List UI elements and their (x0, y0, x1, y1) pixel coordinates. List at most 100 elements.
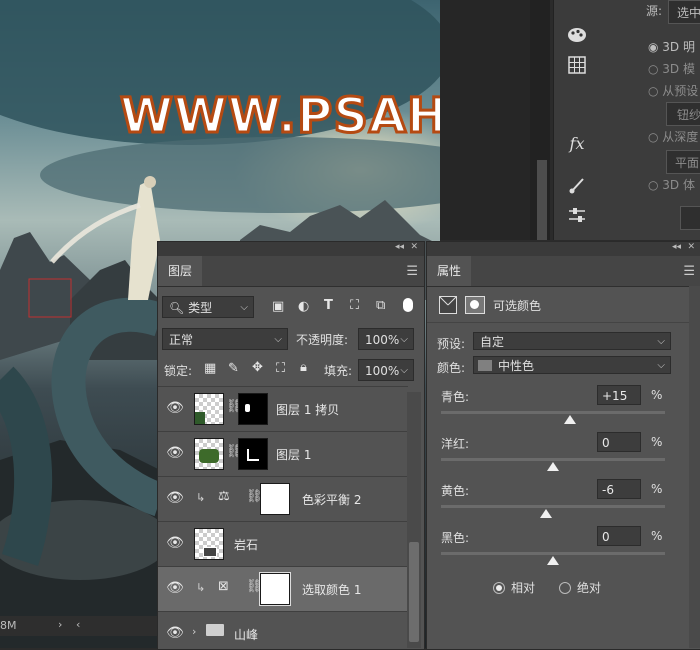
clipping-mask-icon: ↳ (196, 581, 206, 594)
slider-knob[interactable] (540, 509, 553, 518)
panel-menu-icon[interactable]: ☰ (683, 264, 695, 279)
3d-panel: 源: 选中 ◉ 3D 明 ○ 3D 模 ○ 从预设 钮纱 ○ 从深度 平面 ○ … (600, 0, 700, 240)
selective-color-icon[interactable] (439, 296, 457, 314)
type-filter-icon[interactable]: T (324, 298, 333, 313)
layer-name: 山峰 (234, 628, 259, 642)
layer-row[interactable]: 👁︎ ↳ ⚖︎ ⛓︎ 色彩平衡 2 (158, 476, 408, 521)
eye-icon[interactable]: 👁︎ (166, 624, 184, 642)
adjustment-filter-icon[interactable]: ◐ (298, 299, 309, 314)
layer-filter-dropdown[interactable]: 🔍︎ 类型 ⌵ (162, 296, 254, 318)
status-arrow-right[interactable]: › (58, 618, 62, 631)
brushes-icon[interactable] (554, 170, 600, 200)
radio-3d-option-2[interactable]: ○ 3D 模 (648, 60, 695, 77)
chevron-right-icon[interactable]: › (192, 625, 196, 638)
eye-icon[interactable]: 👁︎ (166, 579, 184, 597)
absolute-radio[interactable] (559, 582, 571, 594)
close-icon[interactable]: ✕ (410, 242, 418, 252)
eye-icon[interactable]: 👁︎ (166, 489, 184, 507)
lock-transparency-icon[interactable]: ▦ (204, 361, 216, 376)
eye-icon[interactable]: 👁︎ (166, 399, 184, 417)
colors-dropdown[interactable]: 中性色 ⌵ (473, 356, 671, 374)
lock-position-icon[interactable]: ✥ (252, 360, 263, 375)
status-arrow-left[interactable]: ‹ (76, 618, 80, 631)
image-filter-icon[interactable]: ▣ (272, 299, 284, 314)
smart-object-filter-icon[interactable]: ⧉ (376, 298, 385, 313)
lock-pixels-icon[interactable]: ✎ (228, 361, 239, 376)
yellow-value: -6 (602, 483, 614, 497)
percent-unit: % (651, 435, 663, 449)
top-panel-field[interactable] (680, 206, 700, 230)
relative-radio[interactable] (493, 582, 505, 594)
slider-knob[interactable] (547, 462, 559, 471)
close-icon[interactable]: ✕ (687, 242, 695, 252)
collapse-icon[interactable]: ◂◂ (672, 242, 681, 252)
layer-name: 色彩平衡 2 (302, 493, 362, 507)
panel-titlebar[interactable]: ◂◂ ✕ (427, 242, 700, 256)
black-slider-track[interactable] (441, 552, 665, 565)
blend-mode-dropdown[interactable]: 正常 ⌵ (162, 328, 288, 350)
black-value: 0 (602, 530, 610, 544)
cyan-input[interactable]: +15 (597, 385, 641, 405)
tab-layers[interactable]: 图层 (158, 256, 203, 286)
panel-menu-icon[interactable]: ☰ (406, 264, 418, 279)
layer-mask-thumbnail[interactable] (259, 572, 291, 606)
search-icon: 🔍︎ (169, 301, 185, 315)
layer-group-row[interactable]: 👁︎ › 山峰 (158, 611, 408, 650)
layers-scroll-thumb[interactable] (409, 542, 419, 642)
tab-properties[interactable]: 属性 (427, 256, 472, 286)
scrollbar-thumb[interactable] (537, 160, 547, 240)
collapse-icon[interactable]: ◂◂ (395, 242, 404, 252)
yellow-slider-track[interactable] (441, 505, 665, 518)
source-label: 源: (646, 4, 663, 18)
layer-row[interactable]: 👁︎ ⛓︎ 图层 1 拷贝 (158, 386, 408, 431)
shape-filter-icon[interactable]: ⛶ (350, 298, 359, 313)
lock-label: 锁定: (164, 364, 193, 378)
fx-icon[interactable]: fx (554, 128, 600, 158)
doc-size-text: 8M (0, 619, 17, 632)
opacity-field[interactable]: 100% ⌵ (358, 328, 414, 350)
source-dropdown[interactable]: 选中 (668, 0, 700, 24)
absolute-label: 绝对 (577, 581, 602, 595)
palette-icon[interactable] (554, 20, 600, 50)
layer-mask-thumbnail[interactable] (238, 438, 268, 470)
layer-mask-thumbnail[interactable] (260, 483, 290, 515)
layer-mask-thumbnail[interactable] (238, 393, 268, 425)
slider-knob[interactable] (563, 415, 576, 424)
color-balance-icon: ⚖︎ (218, 489, 230, 504)
cyan-slider-track[interactable] (441, 411, 665, 424)
lock-artboard-icon[interactable]: ⛶ (276, 361, 285, 376)
fill-field[interactable]: 100% ⌵ (358, 359, 414, 381)
eye-icon[interactable]: 👁︎ (166, 534, 184, 552)
preset-dropdown[interactable]: 自定 ⌵ (473, 332, 671, 350)
layer-name: 选取颜色 1 (302, 583, 362, 597)
panel-titlebar[interactable]: ◂◂ ✕ (158, 242, 424, 256)
workspace-background (440, 0, 540, 240)
layer-row[interactable]: 👁︎ ⛓︎ 图层 1 (158, 431, 408, 476)
status-bar: 8M › ‹ (0, 616, 160, 636)
properties-scrollbar[interactable] (689, 286, 700, 648)
layer-row-selected[interactable]: 👁︎ ↳ ⊠ ⛓︎ 选取颜色 1 (158, 566, 408, 611)
magenta-input[interactable]: 0 (597, 432, 641, 452)
radio-from-preset[interactable]: ○ 从预设 (648, 82, 698, 99)
layers-panel: ◂◂ ✕ 图层 ☰ 🔍︎ 类型 ⌵ ▣ ◐ T ⛶ ⧉ 正常 ⌵ 不透明度: 1… (157, 241, 425, 650)
layer-name: 图层 1 拷贝 (276, 403, 340, 417)
properties-panel: ◂◂ ✕ 属性 ☰ 可选颜色 预设: 自定 ⌵ 颜色: 中性色 ⌵ 青色: +1… (426, 241, 700, 650)
grid-icon[interactable] (554, 50, 600, 80)
mask-icon[interactable] (465, 296, 485, 314)
magenta-slider-track[interactable] (441, 458, 665, 471)
black-input[interactable]: 0 (597, 526, 641, 546)
filter-toggle-icon[interactable] (403, 298, 413, 312)
slider-knob[interactable] (547, 556, 559, 565)
yellow-input[interactable]: -6 (597, 479, 641, 499)
sliders-icon[interactable] (554, 200, 600, 230)
radio-from-depth[interactable]: ○ 从深度 (648, 128, 698, 145)
radio-3d-volume[interactable]: ○ 3D 体 (648, 176, 695, 193)
preset-dropdown[interactable]: 钮纱 (666, 102, 700, 126)
chevron-down-icon: ⌵ (657, 336, 665, 347)
layer-row[interactable]: 👁︎ 岩石 (158, 521, 408, 566)
radio-3d-option-1[interactable]: ◉ 3D 明 (648, 38, 695, 55)
colors-label: 颜色: (437, 361, 466, 375)
lock-all-icon[interactable]: 🔒︎ (300, 360, 307, 375)
eye-icon[interactable]: 👁︎ (166, 444, 184, 462)
depth-dropdown[interactable]: 平面 (666, 150, 700, 174)
